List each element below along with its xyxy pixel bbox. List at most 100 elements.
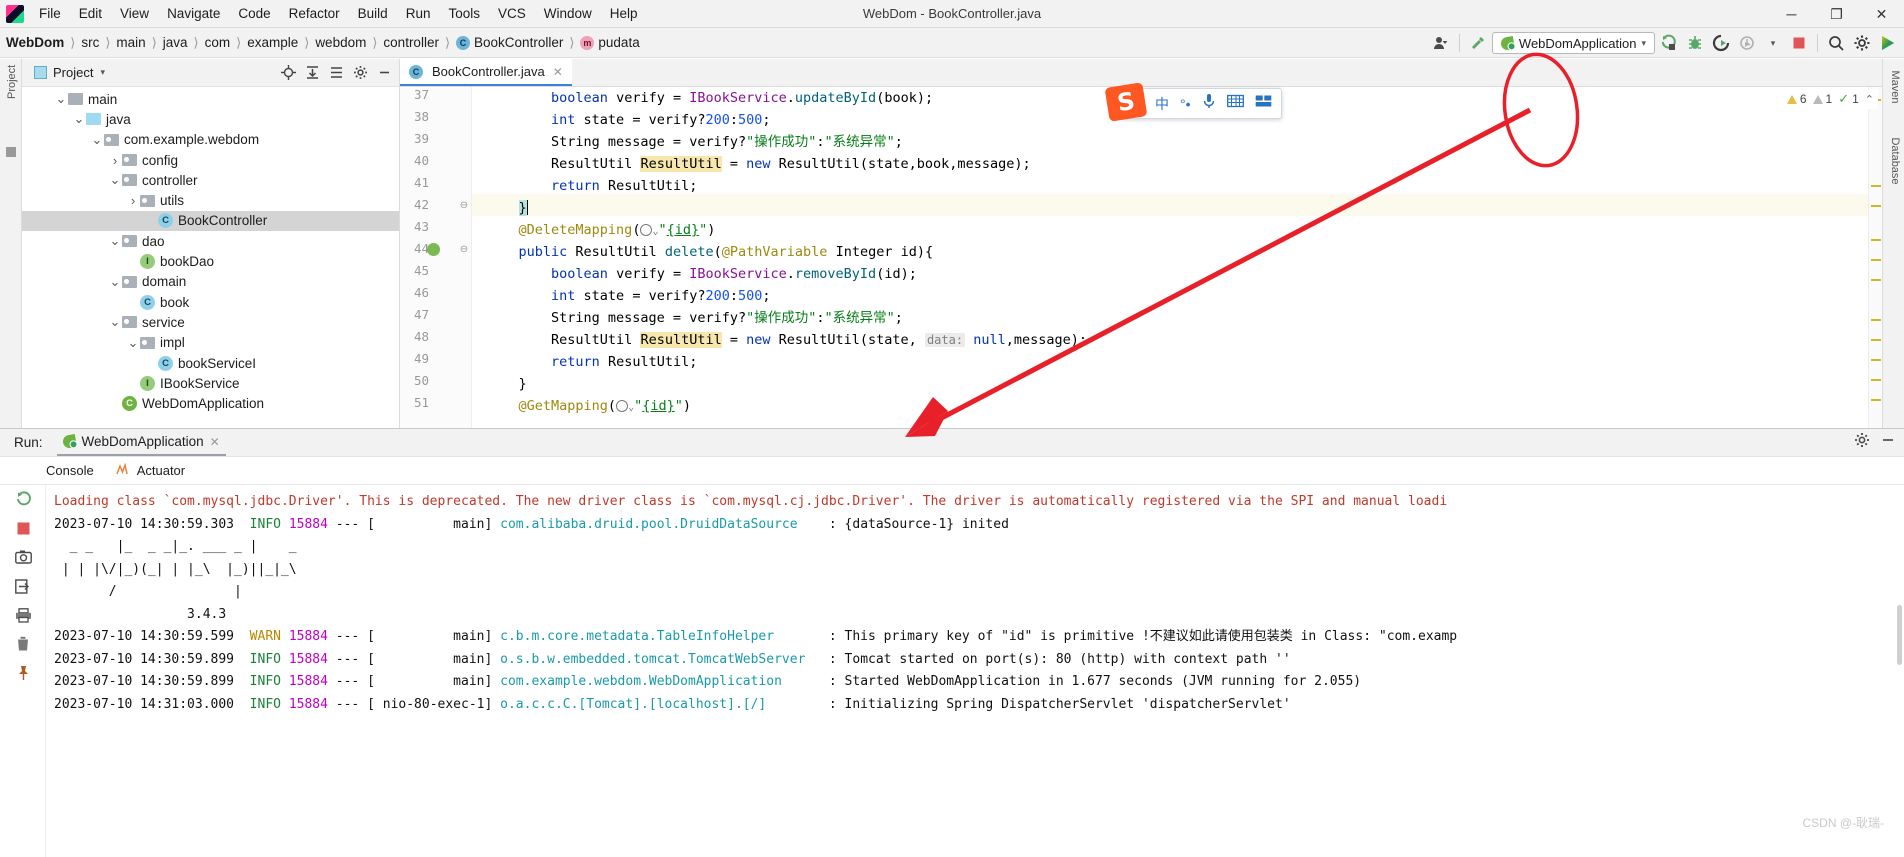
menu-build[interactable]: Build [349, 3, 397, 24]
code-fold-icon[interactable]: ⊖ [458, 243, 470, 255]
keyboard-icon[interactable] [1226, 94, 1244, 113]
debug-icon[interactable] [1683, 31, 1707, 55]
breadcrumb-webdom-pkg[interactable]: webdom [315, 35, 366, 50]
project-panel-title[interactable]: Project [53, 65, 93, 80]
chevron-down-icon[interactable]: ⌄ [108, 275, 122, 289]
hide-panel-icon[interactable] [1880, 432, 1896, 453]
tree-item-com-example-webdom[interactable]: ⌄ com.example.webdom [22, 130, 399, 150]
code-line-41[interactable]: return ResultUtil; [486, 175, 697, 197]
sogou-logo-icon[interactable]: S [1104, 82, 1148, 122]
code-line-46[interactable]: int state = verify?200:500; [486, 285, 771, 307]
settings-gear-icon[interactable] [349, 62, 371, 84]
collapse-all-icon[interactable] [325, 62, 347, 84]
editor-marker-gutter[interactable] [1868, 87, 1882, 428]
stop-icon[interactable] [13, 518, 33, 538]
chevron-down-icon[interactable]: ⌄ [126, 336, 140, 350]
breadcrumb-webdom[interactable]: WebDom [6, 35, 64, 50]
code-line-45[interactable]: boolean verify = IBookService.removeById… [486, 263, 917, 285]
project-tree[interactable]: ⌄ main ⌄ java ⌄ com.example.webdom › config ⌄ con… [22, 87, 399, 428]
breadcrumb-controller[interactable]: controller [383, 35, 439, 50]
updates-icon[interactable] [1876, 31, 1900, 55]
console-output[interactable]: Loading class `com.mysql.jdbc.Driver'. T… [46, 485, 1904, 857]
tree-item-controller[interactable]: ⌄ controller [22, 170, 399, 190]
chevron-down-icon[interactable]: ⌄ [108, 234, 122, 248]
spring-request-mapping-icon[interactable] [427, 243, 440, 256]
code-line-47[interactable]: String message = verify?"操作成功":"系统异常"; [486, 307, 903, 329]
chevron-down-icon[interactable]: ▾ [100, 67, 105, 78]
settings-gear-icon[interactable] [1854, 432, 1870, 453]
panel-icon[interactable] [1255, 94, 1272, 113]
code-line-50[interactable]: } [486, 373, 527, 395]
menu-navigate[interactable]: Navigate [158, 3, 229, 24]
weak-warning-count[interactable]: 1 [1812, 92, 1832, 106]
breadcrumb-src[interactable]: src [81, 35, 99, 50]
run-coverage-icon[interactable] [1709, 31, 1733, 55]
inspection-widget[interactable]: 6 1 ✓ 1 ⌃ [1782, 89, 1878, 109]
menu-view[interactable]: View [111, 3, 158, 24]
pin-icon[interactable] [13, 663, 33, 683]
structure-icon[interactable] [6, 147, 16, 157]
rerun-icon[interactable] [13, 489, 33, 509]
tree-item-service[interactable]: ⌄ service [22, 312, 399, 332]
ime-punctuation-icon[interactable]: °• [1180, 96, 1191, 112]
menu-code[interactable]: Code [229, 3, 279, 24]
tab-console[interactable]: Console [46, 463, 94, 478]
settings-gear-icon[interactable] [1850, 31, 1874, 55]
breadcrumb-main[interactable]: main [116, 35, 145, 50]
chevron-down-icon[interactable]: ⌄ [108, 315, 122, 329]
editor-code-content[interactable]: boolean verify = IBookService.updateById… [472, 87, 1868, 428]
chevron-down-icon[interactable]: ⌄ [72, 112, 86, 126]
sidebar-item-maven[interactable]: Maven [1889, 63, 1901, 111]
hammer-build-icon[interactable] [1466, 31, 1490, 55]
menu-tools[interactable]: Tools [439, 3, 489, 24]
code-line-44[interactable]: public ResultUtil delete(@PathVariable I… [486, 241, 934, 263]
inspection-marker[interactable] [1871, 379, 1881, 381]
locate-icon[interactable] [277, 62, 299, 84]
run-config-tab[interactable]: WebDomApplication ✕ [56, 429, 226, 456]
tree-item-bookdao[interactable]: IbookDao [22, 251, 399, 271]
chevron-up-icon[interactable]: ⌃ [1865, 93, 1874, 106]
hide-panel-icon[interactable] [373, 62, 395, 84]
inspection-marker[interactable] [1871, 259, 1881, 261]
warning-count[interactable]: 6 [1786, 92, 1807, 106]
inspection-marker[interactable] [1871, 239, 1881, 241]
breadcrumb-java[interactable]: java [163, 35, 188, 50]
code-line-37[interactable]: boolean verify = IBookService.updateById… [486, 87, 933, 109]
profiler-icon[interactable] [1735, 31, 1759, 55]
code-line-38[interactable]: int state = verify?200:500; [486, 109, 771, 131]
camera-icon[interactable] [13, 547, 33, 567]
sidebar-item-project[interactable]: Project [6, 51, 18, 99]
mic-icon[interactable] [1202, 93, 1216, 114]
tab-actuator[interactable]: Actuator [116, 461, 185, 479]
code-line-43[interactable]: @DeleteMapping(⌄"{id}") [486, 219, 716, 241]
chevron-down-icon[interactable]: ⌄ [108, 173, 122, 187]
chevron-down-icon[interactable]: ⌄ [54, 92, 68, 106]
inspection-marker[interactable] [1871, 319, 1881, 321]
code-line-48[interactable]: ResultUtil ResultUtil = new ResultUtil(s… [486, 329, 1087, 351]
print-icon[interactable] [13, 605, 33, 625]
breadcrumb-example[interactable]: example [247, 35, 298, 50]
inspection-marker[interactable] [1871, 359, 1881, 361]
inspection-marker[interactable] [1871, 185, 1881, 187]
menu-run[interactable]: Run [397, 3, 440, 24]
code-line-42[interactable]: } [486, 197, 528, 219]
inspection-marker[interactable] [1871, 399, 1881, 401]
chevron-right-icon[interactable]: › [126, 193, 140, 208]
inspection-marker[interactable] [1871, 205, 1881, 207]
code-fold-icon[interactable]: ⊖ [458, 199, 470, 211]
expand-all-icon[interactable] [301, 62, 323, 84]
tree-item-config[interactable]: › config [22, 150, 399, 170]
inspection-marker[interactable] [1871, 339, 1881, 341]
breadcrumb-com[interactable]: com [205, 35, 231, 50]
user-avatar-icon[interactable] [1429, 31, 1453, 55]
menu-window[interactable]: Window [535, 3, 601, 24]
tree-item-bookcontroller[interactable]: C BookController [22, 210, 399, 232]
profiler-dropdown-icon[interactable]: ▾ [1761, 31, 1785, 55]
inspection-marker[interactable] [1871, 279, 1881, 281]
search-everywhere-icon[interactable] [1824, 31, 1848, 55]
close-icon[interactable]: ✕ [210, 435, 220, 449]
chevron-down-icon[interactable]: ⌄ [90, 133, 104, 147]
tree-item-dao[interactable]: ⌄ dao [22, 231, 399, 251]
menu-help[interactable]: Help [601, 3, 647, 24]
close-icon[interactable]: ✕ [553, 65, 563, 79]
